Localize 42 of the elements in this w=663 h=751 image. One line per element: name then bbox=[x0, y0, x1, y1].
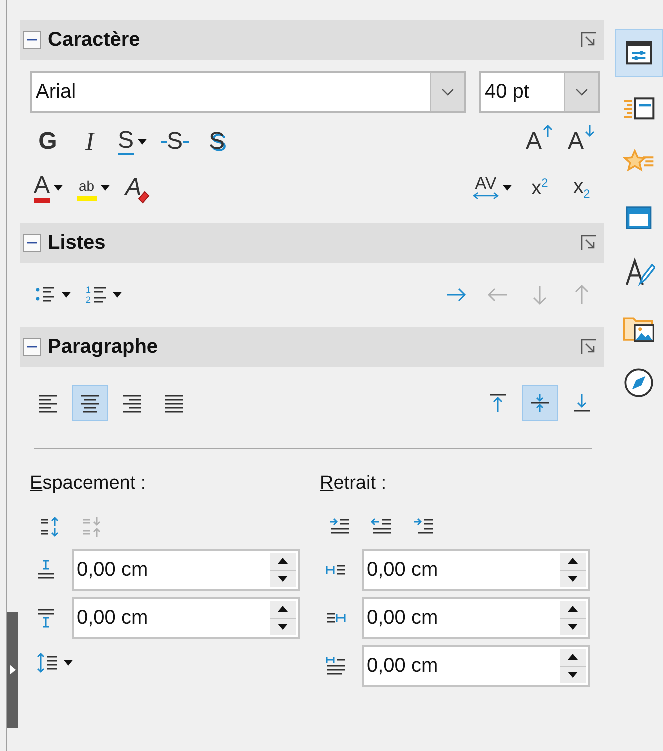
subscript-button[interactable]: x$_{2}$ bbox=[564, 170, 600, 206]
line-spacing-icon bbox=[36, 651, 60, 675]
font-name-field[interactable]: Arial bbox=[30, 71, 430, 113]
font-color-button[interactable]: A bbox=[30, 170, 68, 206]
grow-font-button[interactable]: A bbox=[522, 124, 558, 160]
indent-label: Retrait : bbox=[320, 473, 388, 496]
align-middle-icon bbox=[528, 391, 552, 415]
highlight-button[interactable]: ab bbox=[73, 170, 114, 206]
font-size-field[interactable]: 40 pt bbox=[479, 71, 564, 113]
section-title: Listes bbox=[48, 232, 107, 254]
chevron-down-icon bbox=[442, 88, 454, 96]
section-header[interactable]: Listes bbox=[20, 223, 604, 263]
italic-button[interactable]: I bbox=[72, 124, 108, 160]
superscript-button[interactable]: x$^{2}$ bbox=[522, 170, 558, 206]
section-header[interactable]: Paragraphe bbox=[20, 327, 604, 367]
more-options-button[interactable] bbox=[580, 31, 598, 49]
section-title: Paragraphe bbox=[48, 336, 160, 358]
arrow-down-icon bbox=[584, 125, 596, 137]
letter-brush-icon bbox=[623, 257, 655, 289]
alignment-button[interactable] bbox=[72, 385, 108, 421]
more-options-button[interactable] bbox=[580, 338, 598, 356]
double-arrow-icon bbox=[473, 192, 499, 200]
sidebar-toggle-handle[interactable] bbox=[7, 612, 18, 728]
first-line-indent-icon bbox=[324, 654, 348, 678]
more-options-button[interactable] bbox=[580, 234, 598, 252]
compass-icon bbox=[623, 367, 655, 399]
section-title: Caractère bbox=[48, 28, 142, 52]
spacing-label: Espacement : bbox=[30, 473, 148, 496]
underline-button[interactable]: S bbox=[114, 124, 152, 160]
character-spacing-button[interactable]: AV bbox=[469, 170, 516, 206]
sidebar-tab[interactable] bbox=[615, 29, 663, 77]
shadow-button[interactable]: S bbox=[199, 124, 236, 160]
vertical-alignment-button[interactable] bbox=[522, 385, 558, 421]
clear-formatting-button[interactable]: A bbox=[120, 170, 156, 206]
section-header[interactable]: Caractère bbox=[20, 20, 604, 60]
strikethrough-button[interactable]: S bbox=[157, 124, 194, 160]
chevron-down-icon bbox=[576, 88, 588, 96]
bold-button[interactable]: G bbox=[30, 124, 66, 160]
strike-line-icon bbox=[183, 141, 190, 143]
arrow-up-icon bbox=[542, 125, 554, 137]
strike-line-icon bbox=[161, 141, 167, 143]
shrink-font-button[interactable]: A bbox=[564, 124, 600, 160]
